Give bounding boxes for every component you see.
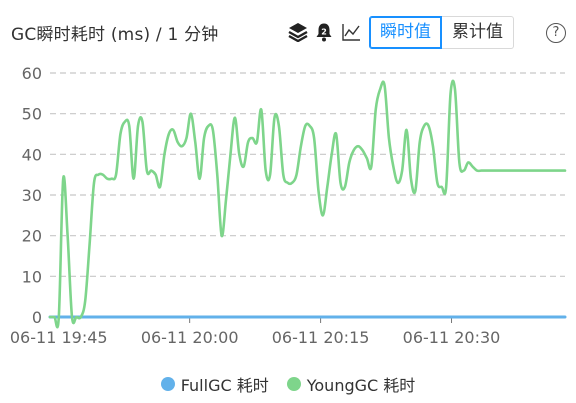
chart-legend: FullGC 耗时 YoungGC 耗时 <box>0 372 576 396</box>
grid-lines <box>50 72 565 318</box>
legend-dot-younggc <box>286 377 301 391</box>
gc-chart-panel: GC瞬时耗时 (ms) / 1 分钟 2 瞬时值 累计值 ? 0 10 20 3… <box>0 0 576 403</box>
x-tick-label: 06-11 19:45 <box>10 328 108 347</box>
y-tick-label: 30 <box>22 186 42 205</box>
y-tick-label: 60 <box>22 64 42 83</box>
legend-label-fullgc: FullGC 耗时 <box>180 376 269 395</box>
y-tick-label: 50 <box>22 105 42 124</box>
gc-line-chart: 0102030405060 06-11 19:45 06-11 20:00 06-1… <box>10 64 567 347</box>
y-tick-label: 10 <box>22 267 42 286</box>
series-line-younggc <box>48 79 567 329</box>
x-axis-ticks: 06-11 19:45 06-11 20:00 06-11 20:15 06-11 2… <box>10 317 500 347</box>
x-tick-label: 06-11 20:00 <box>141 328 239 347</box>
y-tick-label: 0 <box>32 308 42 327</box>
legend-dot-fullgc <box>160 377 175 391</box>
x-tick-label: 06-11 20:15 <box>272 328 370 347</box>
y-tick-label: 40 <box>22 145 42 164</box>
x-tick-label: 06-11 20:30 <box>403 328 501 347</box>
legend-item-younggc[interactable]: YoungGC 耗时 <box>286 372 416 396</box>
y-tick-label: 20 <box>22 227 42 246</box>
legend-item-fullgc[interactable]: FullGC 耗时 <box>160 372 269 396</box>
series-lines <box>48 79 567 329</box>
legend-label-younggc: YoungGC 耗时 <box>306 376 416 395</box>
y-axis-ticks: 0 10 20 30 40 50 60 <box>22 64 42 327</box>
